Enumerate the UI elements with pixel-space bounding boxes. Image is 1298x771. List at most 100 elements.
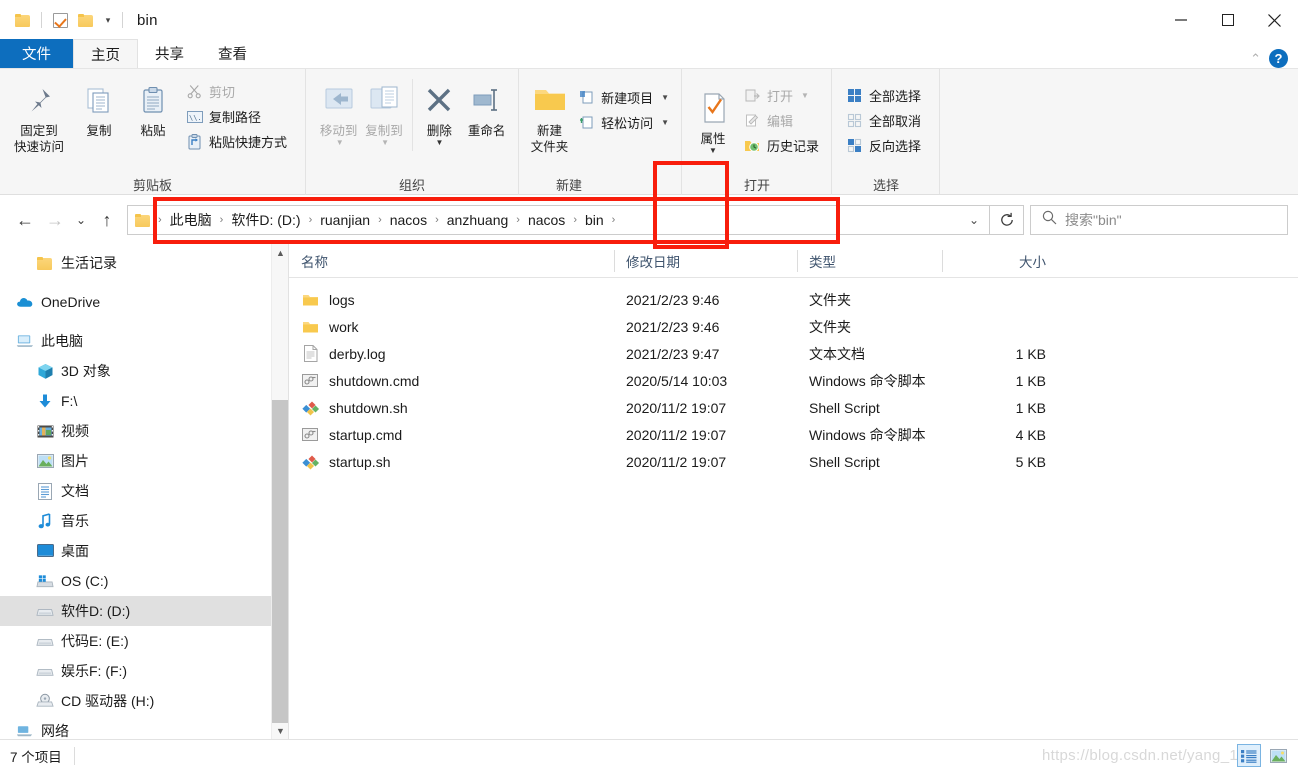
scroll-down-icon[interactable]: ▼ — [272, 722, 288, 739]
minimize-button[interactable] — [1157, 0, 1204, 40]
qat-new-folder-icon[interactable] — [73, 7, 99, 33]
new-small-buttons: 新建项目 ▼ 轻松访问 ▼ — [572, 75, 675, 135]
qat-dropdown-caret-icon[interactable]: ▾ — [99, 7, 117, 33]
scroll-up-icon[interactable]: ▲ — [272, 244, 288, 261]
chevron-up-icon[interactable]: ⌃ — [1250, 51, 1261, 67]
back-arrow-icon[interactable]: ← — [10, 205, 40, 235]
paste-shortcut-button[interactable]: 粘贴快捷方式 — [180, 129, 293, 154]
qat-folder-icon[interactable] — [10, 7, 36, 33]
sidebar-item-3d-objects[interactable]: 3D 对象 — [0, 356, 288, 386]
recent-locations-icon[interactable]: ⌄ — [70, 205, 92, 235]
copy-to-caret-icon[interactable]: ▼ — [381, 139, 389, 147]
sidebar-item-desktop[interactable]: 桌面 — [0, 536, 288, 566]
tab-home[interactable]: 主页 — [73, 39, 138, 68]
new-item-caret-icon[interactable]: ▼ — [661, 93, 669, 102]
easy-access-caret-icon[interactable]: ▼ — [661, 118, 669, 127]
help-icon[interactable]: ? — [1269, 49, 1288, 68]
new-item-icon — [578, 89, 595, 106]
sidebar-scroll-thumb[interactable] — [272, 400, 288, 723]
search-input[interactable]: 搜索"bin" — [1065, 210, 1122, 230]
table-row[interactable]: work 2021/2/23 9:46 文件夹 — [289, 313, 1298, 340]
file-name-cell: startup.sh — [289, 448, 614, 475]
large-icons-view-icon[interactable] — [1266, 744, 1290, 767]
copy-to-button[interactable]: 复制到 ▼ — [361, 75, 406, 147]
sidebar-item-music[interactable]: 音乐 — [0, 506, 288, 536]
table-row[interactable]: derby.log 2021/2/23 9:47 文本文档 1 KB — [289, 340, 1298, 367]
sidebar-item-documents[interactable]: 文档 — [0, 476, 288, 506]
file-name-cell: work — [289, 313, 614, 340]
search-box[interactable]: 搜索"bin" — [1030, 205, 1288, 235]
copy-to-label: 复制到 — [365, 124, 403, 138]
tab-share[interactable]: 共享 — [138, 39, 201, 68]
column-header-date[interactable]: 修改日期 — [614, 244, 797, 278]
chevron-down-icon[interactable]: ⌄ — [959, 206, 989, 234]
delete-button[interactable]: 删除 ▼ — [418, 75, 462, 147]
refresh-icon[interactable] — [990, 205, 1024, 235]
open-icon — [744, 87, 761, 104]
sidebar-item-drive-f[interactable]: 娱乐F: (F:) — [0, 656, 288, 686]
paste-button[interactable]: 粘贴 — [126, 75, 180, 139]
column-header-type[interactable]: 类型 — [797, 244, 942, 278]
maximize-button[interactable] — [1204, 0, 1251, 40]
rename-button[interactable]: 重命名 — [461, 75, 512, 139]
pin-to-quick-access-button[interactable]: 固定到 快速访问 — [6, 75, 72, 155]
breadcrumb-item-drive-d[interactable]: 软件D: (D:) — [224, 207, 307, 233]
sidebar-item-os-c[interactable]: OS (C:) — [0, 566, 288, 596]
table-row[interactable]: shutdown.cmd 2020/5/14 10:03 Windows 命令脚… — [289, 367, 1298, 394]
details-view-icon[interactable] — [1237, 744, 1261, 767]
cut-button[interactable]: 剪切 — [180, 79, 293, 104]
tab-file[interactable]: 文件 — [0, 39, 73, 68]
sidebar-item-pictures[interactable]: 图片 — [0, 446, 288, 476]
column-header-name[interactable]: 名称 — [289, 244, 614, 278]
new-folder-button[interactable]: 新建 文件夹 — [527, 75, 572, 155]
column-header-size[interactable]: 大小 — [942, 244, 1060, 278]
tab-view[interactable]: 查看 — [201, 39, 264, 68]
sidebar-item-life-records[interactable]: 生活记录 — [0, 248, 288, 278]
sidebar-item-this-pc[interactable]: 此电脑 — [0, 326, 288, 356]
properties-button[interactable]: 属性 ▼ — [688, 75, 738, 155]
file-name-cell: shutdown.sh — [289, 394, 614, 421]
breadcrumb-item-anzhuang[interactable]: anzhuang — [440, 207, 516, 233]
table-row[interactable]: shutdown.sh 2020/11/2 19:07 Shell Script… — [289, 394, 1298, 421]
select-none-button[interactable]: 全部取消 — [840, 108, 927, 133]
select-all-button[interactable]: 全部选择 — [840, 83, 927, 108]
sidebar-item-f-drive[interactable]: F:\ — [0, 386, 288, 416]
sidebar-item-drive-d[interactable]: 软件D: (D:) — [0, 596, 288, 626]
history-button[interactable]: 历史记录 — [738, 133, 825, 158]
open-caret-icon[interactable]: ▼ — [801, 91, 809, 100]
open-button[interactable]: 打开 ▼ — [738, 83, 825, 108]
edit-button[interactable]: 编辑 — [738, 108, 825, 133]
address-bar[interactable]: › 此电脑 › 软件D: (D:) › ruanjian › nacos › a… — [127, 205, 990, 235]
history-icon — [744, 137, 761, 154]
breadcrumb-item-bin[interactable]: bin — [578, 207, 611, 233]
table-row[interactable]: logs 2021/2/23 9:46 文件夹 — [289, 286, 1298, 313]
qat-checkbox-checked-icon[interactable] — [47, 7, 73, 33]
sidebar-item-drive-e[interactable]: 代码E: (E:) — [0, 626, 288, 656]
copy-button[interactable]: 复制 — [72, 75, 126, 139]
new-item-button[interactable]: 新建项目 ▼ — [572, 85, 675, 110]
nav-list: 生活记录 OneDrive 此电脑 3D 对象 F:\ 视频 图片 文档 音乐 … — [0, 244, 288, 739]
copy-path-button[interactable]: \\.. 复制路径 — [180, 104, 293, 129]
up-arrow-icon[interactable]: ↑ — [92, 205, 122, 235]
breadcrumb-item-ruanjian[interactable]: ruanjian — [313, 207, 377, 233]
forward-arrow-icon[interactable]: → — [40, 205, 70, 235]
breadcrumb-separator-last[interactable]: › — [611, 214, 617, 226]
table-row[interactable]: startup.sh 2020/11/2 19:07 Shell Script … — [289, 448, 1298, 475]
sidebar-scrollbar[interactable]: ▲ ▼ — [271, 244, 288, 739]
sidebar-item-network[interactable]: 网络 — [0, 716, 288, 739]
properties-caret-icon[interactable]: ▼ — [709, 147, 717, 155]
easy-access-button[interactable]: 轻松访问 ▼ — [572, 110, 675, 135]
move-to-caret-icon[interactable]: ▼ — [336, 139, 344, 147]
sidebar-item-cd-drive-h[interactable]: CD 驱动器 (H:) — [0, 686, 288, 716]
close-button[interactable] — [1251, 0, 1298, 40]
select-all-icon — [846, 87, 863, 104]
sidebar-item-onedrive[interactable]: OneDrive — [0, 287, 288, 317]
breadcrumb-item-nacos-1[interactable]: nacos — [383, 207, 434, 233]
breadcrumb-item-this-pc[interactable]: 此电脑 — [163, 207, 219, 233]
invert-selection-button[interactable]: 反向选择 — [840, 133, 927, 158]
move-to-button[interactable]: 移动到 ▼ — [316, 75, 361, 147]
table-row[interactable]: startup.cmd 2020/11/2 19:07 Windows 命令脚本… — [289, 421, 1298, 448]
breadcrumb-item-nacos-2[interactable]: nacos — [521, 207, 572, 233]
delete-caret-icon[interactable]: ▼ — [435, 139, 443, 147]
sidebar-item-videos[interactable]: 视频 — [0, 416, 288, 446]
